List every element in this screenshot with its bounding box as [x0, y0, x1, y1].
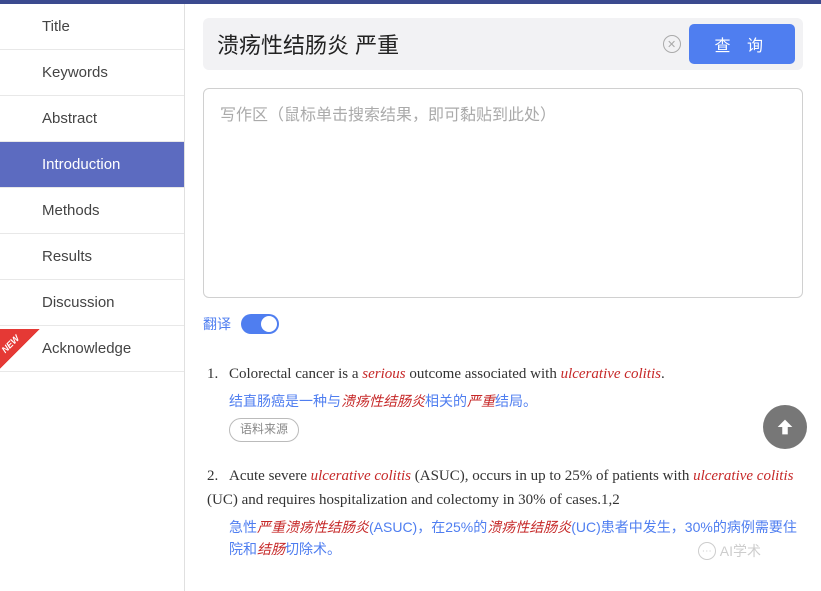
main-panel: ✕ 查 询 写作区（鼠标单击搜索结果，即可黏贴到此处） 翻译 1.Colorec…: [185, 4, 821, 591]
sidebar-item-title[interactable]: Title: [0, 4, 184, 50]
result-number: 2.: [207, 464, 229, 488]
new-badge: NEW: [0, 329, 40, 371]
query-button[interactable]: 查 询: [689, 24, 795, 64]
translate-toggle[interactable]: [241, 314, 279, 334]
sidebar-item-keywords[interactable]: Keywords: [0, 50, 184, 96]
sidebar-item-methods[interactable]: Methods: [0, 188, 184, 234]
results-list: 1.Colorectal cancer is a serious outcome…: [203, 362, 803, 560]
result-item[interactable]: 1.Colorectal cancer is a serious outcome…: [207, 362, 799, 442]
result-number: 1.: [207, 362, 229, 386]
search-input[interactable]: [217, 31, 655, 57]
clear-icon[interactable]: ✕: [663, 35, 681, 53]
sidebar-item-results[interactable]: Results: [0, 234, 184, 280]
sidebar: Title Keywords Abstract Introduction Met…: [0, 4, 185, 591]
scroll-top-button[interactable]: [763, 405, 807, 449]
write-area[interactable]: 写作区（鼠标单击搜索结果，即可黏贴到此处）: [203, 88, 803, 298]
source-button[interactable]: 语料来源: [229, 418, 299, 441]
translate-row: 翻译: [203, 314, 803, 334]
watermark: ⋯ AI学术: [698, 541, 761, 561]
sidebar-item-abstract[interactable]: Abstract: [0, 96, 184, 142]
arrow-up-icon: [774, 416, 796, 438]
translate-label: 翻译: [203, 314, 231, 334]
search-bar: ✕ 查 询: [203, 18, 803, 70]
result-translation: 结直肠癌是一种与溃疡性结肠炎相关的严重结局。: [229, 390, 799, 412]
wechat-icon: ⋯: [698, 542, 716, 560]
sidebar-item-discussion[interactable]: Discussion: [0, 280, 184, 326]
sidebar-item-introduction[interactable]: Introduction: [0, 142, 184, 188]
